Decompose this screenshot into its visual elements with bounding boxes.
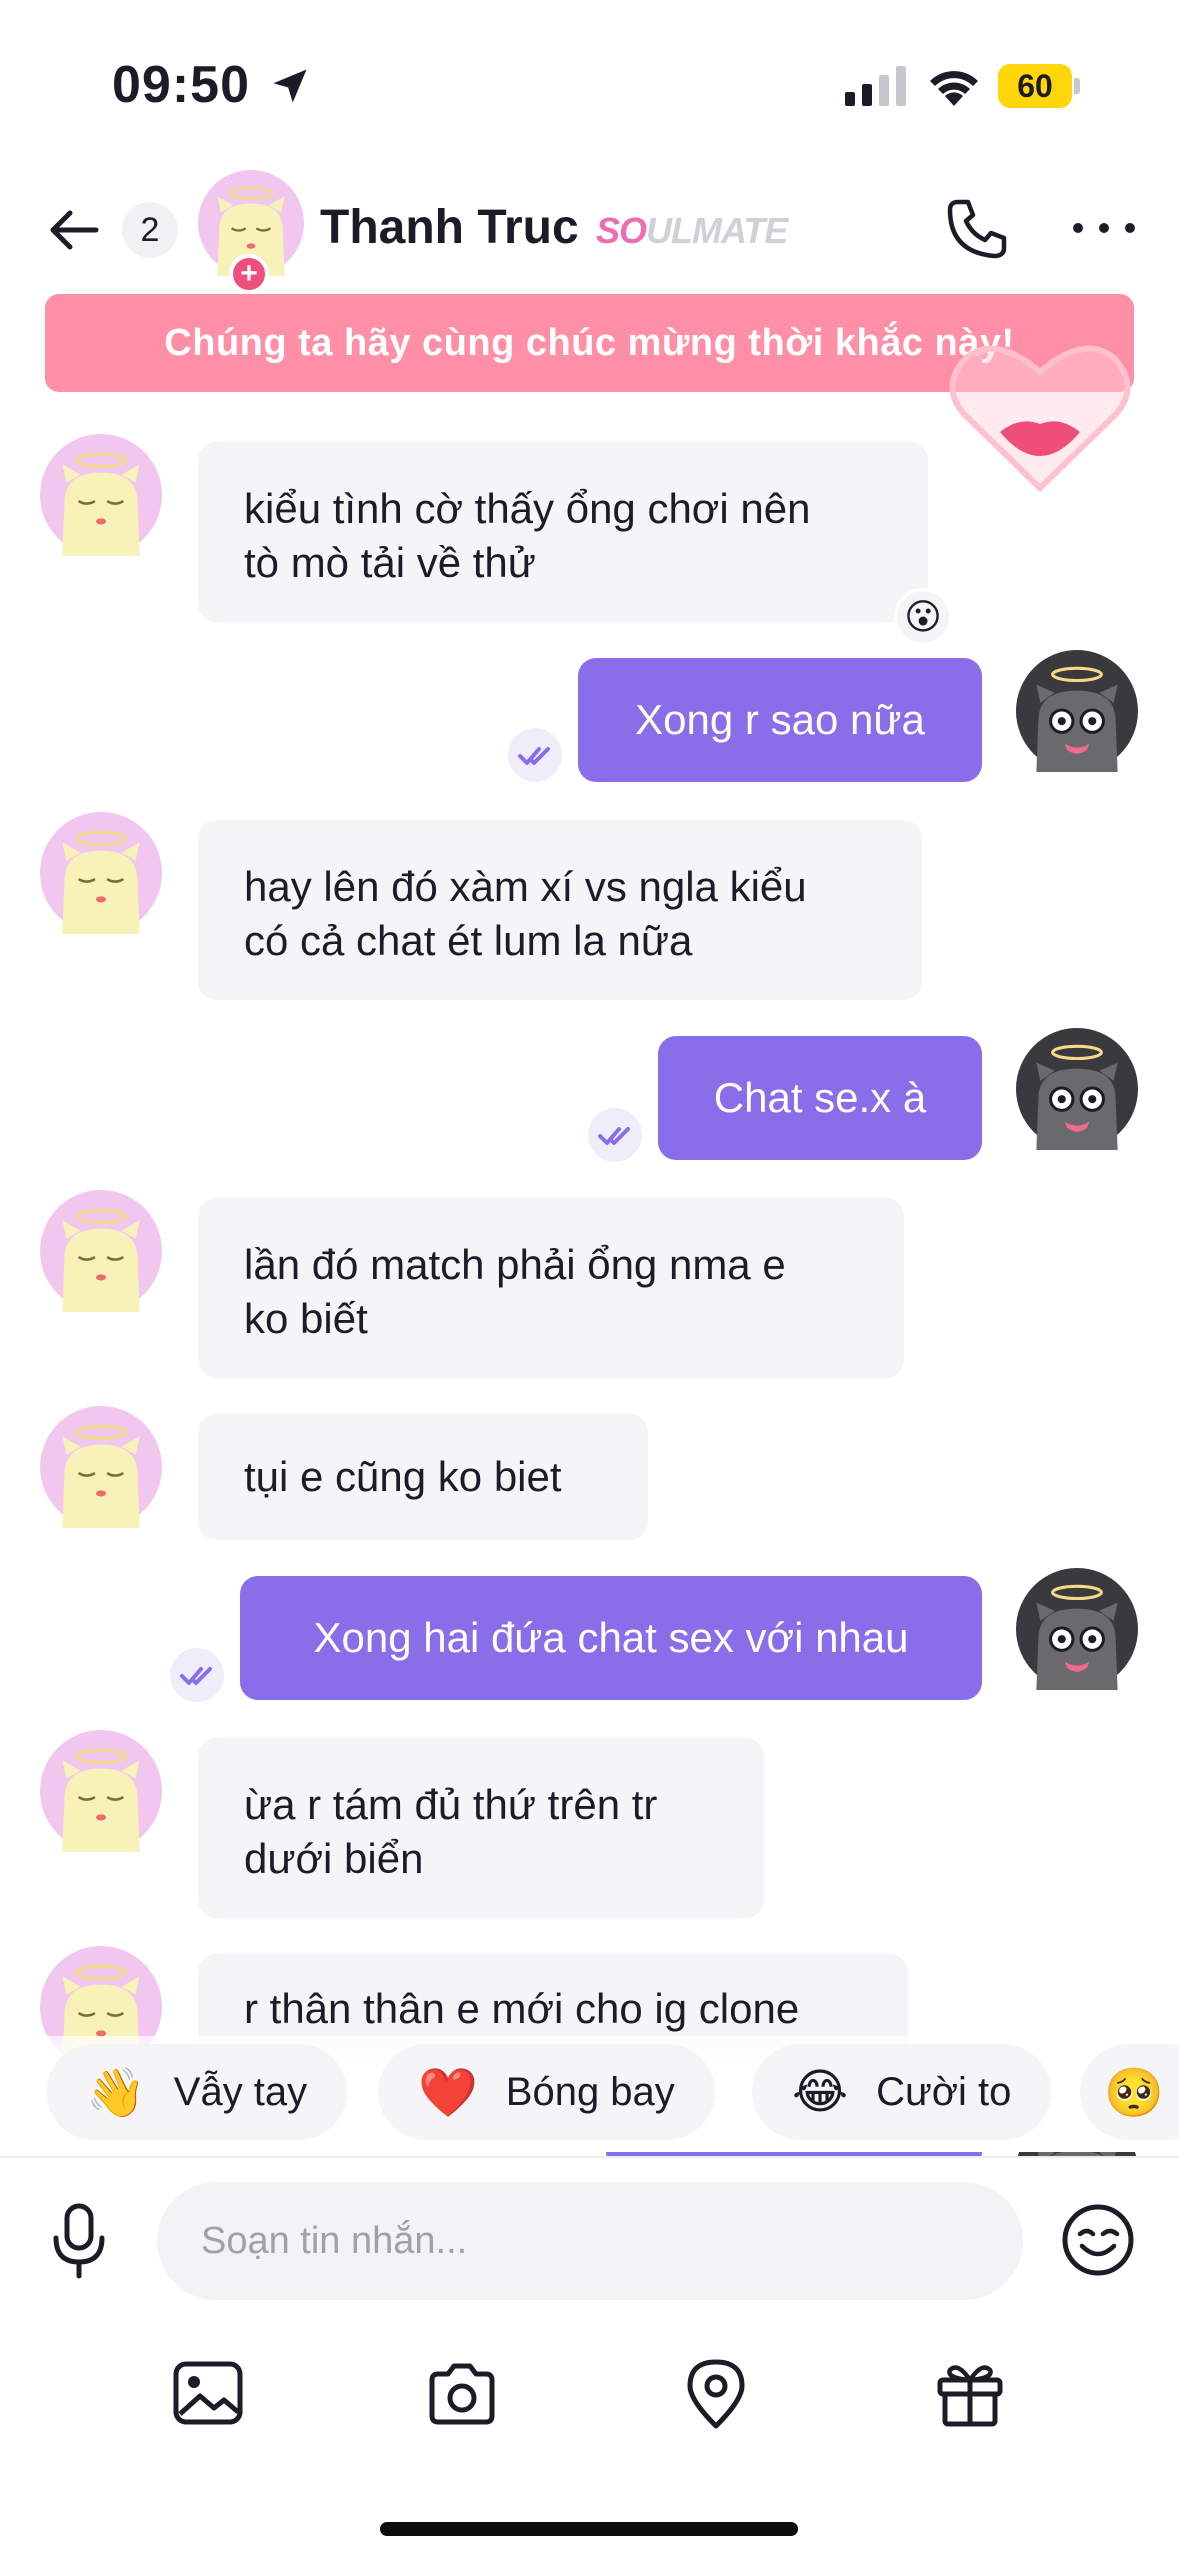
emoji-icon[interactable] [1060,2202,1136,2278]
quick-reply-wave[interactable]: 👋 Vẫy tay [46,2044,348,2140]
soulmate-prefix: SO [596,210,647,251]
message-bubble-outgoing[interactable]: Xong r sao nữa [578,658,982,782]
location-icon[interactable] [678,2356,754,2432]
quick-reply-laugh[interactable]: 😂 Cười to [752,2044,1052,2140]
quick-reply-balloon[interactable]: ❤️ Bóng bay [378,2044,715,2140]
quick-reply-pleading[interactable]: 🥺 [1080,2044,1179,2140]
mic-icon[interactable] [48,2202,110,2282]
unread-count-badge[interactable]: 2 [122,202,178,258]
contact-avatar[interactable] [40,1406,162,1528]
message-bubble-incoming[interactable]: lần đó match phải ổng nma e ko biết [198,1198,904,1378]
my-avatar[interactable] [1016,650,1138,772]
message-bubble-outgoing[interactable]: Xong hai đứa chat sex với nhau [240,1576,982,1700]
wave-emoji-icon: 👋 [86,2066,146,2120]
contact-name[interactable]: Thanh Truc [320,200,579,255]
my-avatar[interactable] [1016,1028,1138,1150]
quick-reply-bar: 👋 Vẫy tay ❤️ Bóng bay 😂 Cười to 🥺 [0,2036,1179,2152]
contact-avatar[interactable] [40,434,162,556]
chat-header: 2 + Thanh Truc SOULMATE [0,160,1179,300]
quick-reply-label: Bóng bay [505,2069,675,2114]
cellular-signal-icon [845,66,906,106]
contact-avatar[interactable] [40,812,162,934]
battery-level: 60 [998,64,1072,108]
gift-icon[interactable] [932,2356,1008,2432]
laugh-emoji-icon: 😂 [792,2066,849,2119]
contact-avatar[interactable] [40,1730,162,1852]
heart-lips-decoration-icon [949,345,1131,493]
status-time: 09:50 [112,56,250,114]
message-bubble-incoming[interactable]: hay lên đó xàm xí vs ngla kiểu có cả cha… [198,820,922,1000]
location-arrow-icon [273,69,307,103]
my-avatar[interactable] [1016,1568,1138,1690]
camera-icon[interactable] [424,2356,500,2432]
reaction-emoji[interactable]: 😮 [894,588,952,646]
soulmate-suffix: ULMATE [646,210,788,251]
message-bubble-outgoing[interactable]: Chat se.x à [658,1036,982,1160]
read-receipt-icon [588,1108,642,1162]
soulmate-badge: SOULMATE [596,210,788,252]
message-bubble-incoming[interactable]: tụi e cũng ko biet [198,1414,648,1540]
wifi-icon [930,71,978,106]
home-indicator[interactable] [380,2522,798,2536]
status-bar: 09:50 60 [0,0,1179,170]
heart-emoji-icon: ❤️ [418,2066,478,2120]
composer-area [0,2156,1179,2556]
phone-icon[interactable] [944,196,1010,262]
message-input[interactable] [157,2182,1023,2300]
message-bubble-incoming[interactable]: ừa r tám đủ thứ trên tr dưới biển [198,1738,764,1918]
pleading-emoji-icon: 🥺 [1104,2066,1164,2120]
battery-indicator: 60 [998,64,1080,108]
quick-reply-label: Vẫy tay [173,2069,308,2114]
read-receipt-icon [508,728,562,782]
back-arrow-icon[interactable] [44,200,104,260]
read-receipt-icon [170,1648,224,1702]
more-icon[interactable] [1068,216,1140,240]
contact-avatar[interactable] [40,1190,162,1312]
gallery-icon[interactable] [170,2356,246,2432]
add-friend-badge[interactable]: + [229,254,269,294]
quick-reply-label: Cười to [876,2069,1012,2114]
message-bubble-incoming[interactable]: kiểu tình cờ thấy ổng chơi nên tò mò tải… [198,442,928,622]
battery-tip [1074,78,1080,94]
